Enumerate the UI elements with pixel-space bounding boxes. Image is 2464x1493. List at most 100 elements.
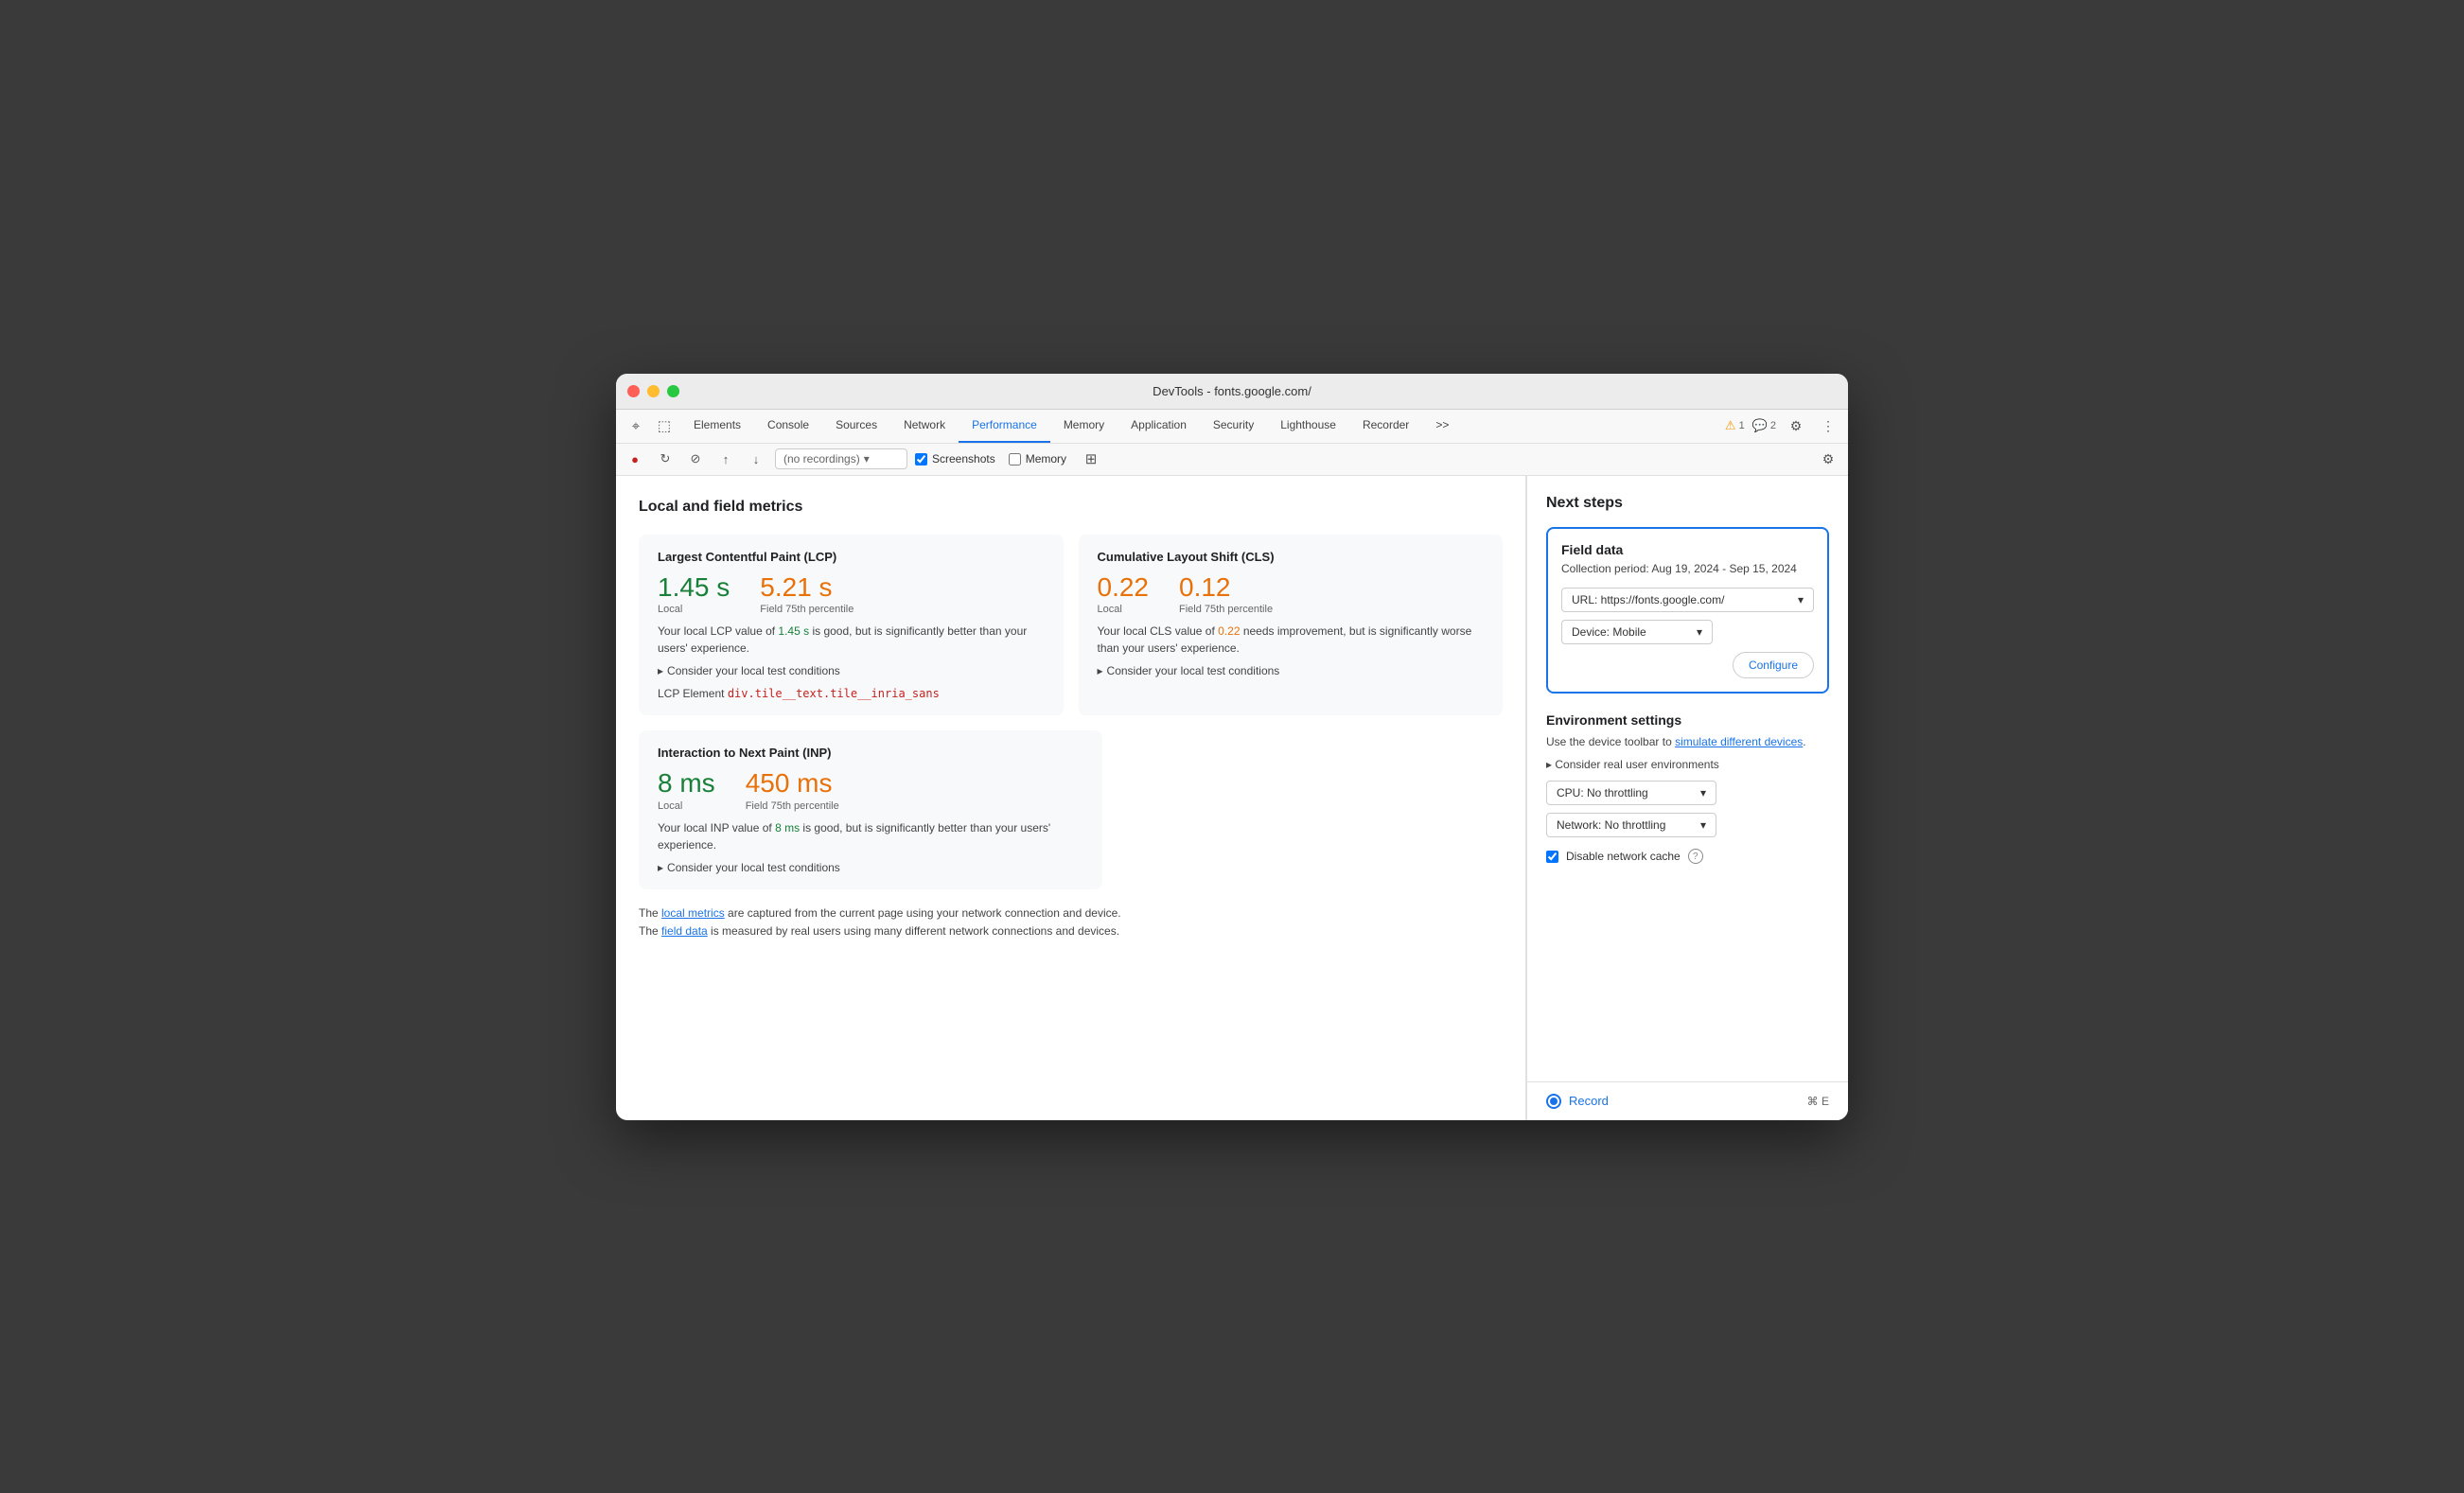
tab-network[interactable]: Network <box>890 410 959 444</box>
inp-expand-triangle-icon: ▸ <box>658 861 663 874</box>
screenshots-checkbox-item[interactable]: Screenshots <box>915 452 995 465</box>
lcp-local-value: 1.45 s <box>658 573 730 603</box>
traffic-lights <box>627 385 679 397</box>
record-button[interactable]: Record <box>1546 1094 1609 1109</box>
minimize-button[interactable] <box>647 385 660 397</box>
inp-description: Your local INP value of 8 ms is good, bu… <box>658 819 1083 853</box>
inp-card: Interaction to Next Paint (INP) 8 ms Loc… <box>639 730 1102 889</box>
lcp-field-label: Field 75th percentile <box>760 604 854 615</box>
env-desc-part1: Use the device toolbar to <box>1546 735 1675 748</box>
close-button[interactable] <box>627 385 640 397</box>
env-expand[interactable]: ▸ Consider real user environments <box>1546 758 1829 771</box>
lcp-expand[interactable]: ▸ Consider your local test conditions <box>658 664 1045 677</box>
settings-icon[interactable]: ⚙ <box>1784 413 1808 438</box>
footer-text3: The <box>639 924 661 938</box>
cpu-dropdown[interactable]: CPU: No throttling ▾ <box>1546 781 1716 805</box>
field-data-title: Field data <box>1561 542 1814 557</box>
tab-recorder[interactable]: Recorder <box>1349 410 1422 444</box>
device-select-row: Device: Mobile ▾ <box>1561 620 1814 644</box>
memory-checkbox[interactable] <box>1009 453 1021 465</box>
tab-application[interactable]: Application <box>1118 410 1200 444</box>
cls-local-value: 0.22 <box>1098 573 1150 603</box>
inp-field-label: Field 75th percentile <box>746 800 839 812</box>
field-data-link[interactable]: field data <box>661 924 708 938</box>
env-desc: Use the device toolbar to simulate diffe… <box>1546 733 1829 750</box>
help-icon[interactable]: ? <box>1688 849 1703 864</box>
tab-performance[interactable]: Performance <box>959 410 1050 444</box>
upload-icon[interactable]: ↑ <box>714 448 737 470</box>
lcp-title: Largest Contentful Paint (LCP) <box>658 550 1045 564</box>
maximize-button[interactable] <box>667 385 679 397</box>
field-data-card: Field data Collection period: Aug 19, 20… <box>1546 527 1829 694</box>
simulate-devices-link[interactable]: simulate different devices <box>1675 735 1803 748</box>
cls-field-group: 0.12 Field 75th percentile <box>1179 573 1273 616</box>
inp-local-group: 8 ms Local <box>658 769 715 812</box>
inp-values: 8 ms Local 450 ms Field 75th percentile <box>658 769 1083 812</box>
record-bar: Record ⌘ E <box>1527 1081 1848 1120</box>
info-badge[interactable]: 💬 2 <box>1752 418 1776 433</box>
capture-icon[interactable]: ⊞ <box>1080 448 1102 470</box>
subtoolbar-settings-icon[interactable]: ⚙ <box>1816 447 1840 471</box>
tab-sources[interactable]: Sources <box>822 410 890 444</box>
memory-checkbox-item[interactable]: Memory <box>1009 452 1066 465</box>
network-label: Network: No throttling <box>1557 818 1665 832</box>
cursor-icon[interactable]: ⌖ <box>624 413 648 438</box>
cls-expand-triangle-icon: ▸ <box>1098 664 1103 677</box>
clear-icon[interactable]: ⊘ <box>684 448 707 470</box>
footer-text4: is measured by real users using many dif… <box>708 924 1119 938</box>
subtoolbar-right-settings: ⚙ <box>1816 447 1840 471</box>
cpu-label: CPU: No throttling <box>1557 786 1648 799</box>
url-dropdown[interactable]: URL: https://fonts.google.com/ ▾ <box>1561 588 1814 612</box>
inp-local-label: Local <box>658 800 715 812</box>
lcp-desc-value: 1.45 s <box>778 624 809 638</box>
cls-desc-part1: Your local CLS value of <box>1098 624 1219 638</box>
footer-text1: The <box>639 906 661 920</box>
download-icon[interactable]: ↓ <box>745 448 767 470</box>
lcp-element-value: div.tile__text.tile__inria_sans <box>728 687 940 700</box>
lcp-description: Your local LCP value of 1.45 s is good, … <box>658 623 1045 657</box>
record-dot <box>1550 1098 1558 1105</box>
warning-badge[interactable]: ⚠ 1 <box>1725 418 1745 433</box>
url-chevron-icon: ▾ <box>1798 593 1804 606</box>
recording-dropdown[interactable]: (no recordings) ▾ <box>775 448 907 469</box>
lcp-element-label: LCP Element <box>658 687 724 700</box>
cls-title: Cumulative Layout Shift (CLS) <box>1098 550 1485 564</box>
screenshots-checkbox[interactable] <box>915 453 927 465</box>
screenshots-label: Screenshots <box>932 452 995 465</box>
record-shortcut: ⌘ E <box>1807 1095 1829 1108</box>
more-icon[interactable]: ⋮ <box>1816 413 1840 438</box>
tab-memory[interactable]: Memory <box>1050 410 1118 444</box>
record-start-icon[interactable]: ● <box>624 448 646 470</box>
tab-lighthouse[interactable]: Lighthouse <box>1267 410 1349 444</box>
disable-cache-row: Disable network cache ? <box>1546 849 1829 864</box>
memory-label: Memory <box>1026 452 1066 465</box>
disable-cache-label: Disable network cache <box>1566 850 1681 863</box>
tab-more[interactable]: >> <box>1422 410 1462 444</box>
inspector-icon[interactable]: ⬚ <box>652 413 677 438</box>
tab-console[interactable]: Console <box>754 410 822 444</box>
inp-expand-label: Consider your local test conditions <box>667 861 840 874</box>
tab-elements[interactable]: Elements <box>680 410 754 444</box>
checkbox-group: Screenshots Memory ⊞ <box>915 448 1102 470</box>
network-dropdown[interactable]: Network: No throttling ▾ <box>1546 813 1716 837</box>
local-metrics-link[interactable]: local metrics <box>661 906 725 920</box>
refresh-icon[interactable]: ↻ <box>654 448 677 470</box>
cls-field-label: Field 75th percentile <box>1179 604 1273 615</box>
device-dropdown[interactable]: Device: Mobile ▾ <box>1561 620 1713 644</box>
right-panel: Next steps Field data Collection period:… <box>1527 476 1848 1081</box>
expand-triangle-icon: ▸ <box>658 664 663 677</box>
disable-cache-checkbox[interactable] <box>1546 851 1558 863</box>
chat-icon: 💬 <box>1752 418 1768 433</box>
window-title: DevTools - fonts.google.com/ <box>1153 384 1311 398</box>
titlebar: DevTools - fonts.google.com/ <box>616 374 1848 410</box>
metrics-grid-top: Largest Contentful Paint (LCP) 1.45 s Lo… <box>639 535 1503 716</box>
subtoolbar: ● ↻ ⊘ ↑ ↓ (no recordings) ▾ Screenshots … <box>616 444 1848 476</box>
configure-button[interactable]: Configure <box>1733 652 1814 678</box>
cls-field-value: 0.12 <box>1179 573 1273 603</box>
cls-expand[interactable]: ▸ Consider your local test conditions <box>1098 664 1485 677</box>
network-chevron-icon: ▾ <box>1700 818 1706 832</box>
lcp-expand-label: Consider your local test conditions <box>667 664 840 677</box>
tab-security[interactable]: Security <box>1200 410 1267 444</box>
lcp-desc-part1: Your local LCP value of <box>658 624 778 638</box>
inp-expand[interactable]: ▸ Consider your local test conditions <box>658 861 1083 874</box>
